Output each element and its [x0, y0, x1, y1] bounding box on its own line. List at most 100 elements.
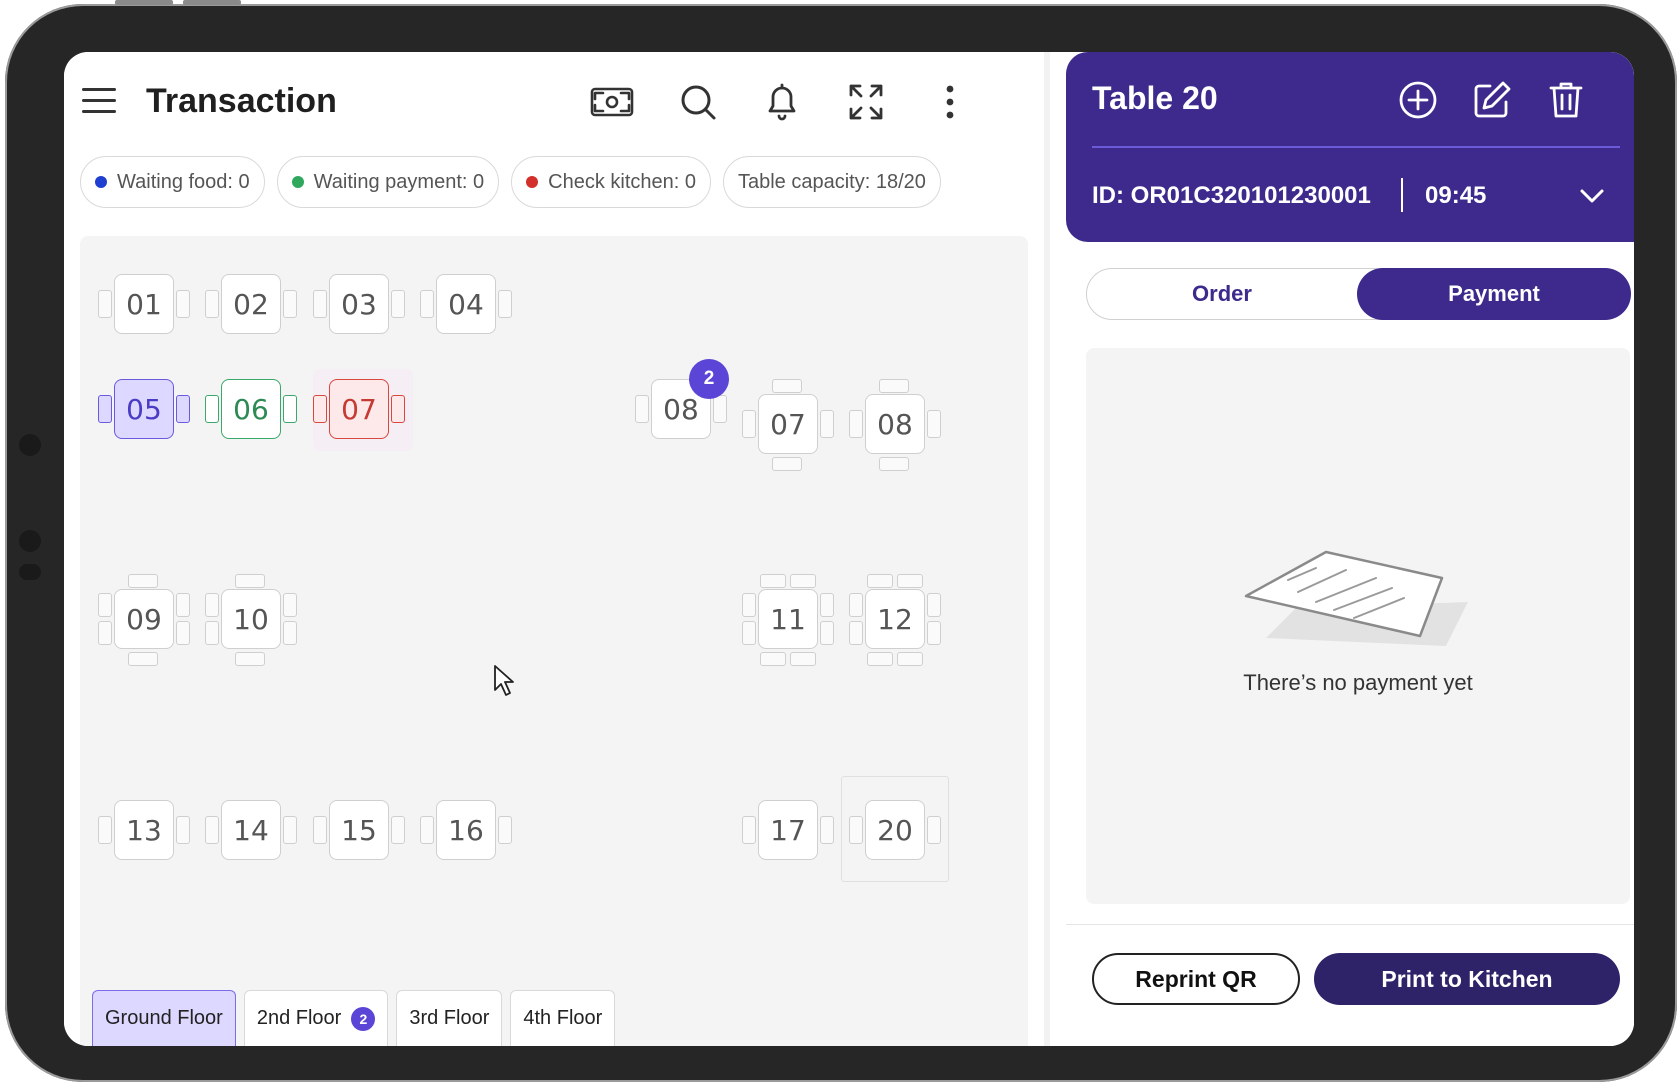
table-07[interactable]: 07 [313, 369, 413, 451]
floor-plan: 01 02 03 04 05 06 07 08 2 07 08 09 10 11 12 13 14 15 16 17 2… [80, 236, 1028, 1046]
add-circle-icon[interactable] [1396, 78, 1440, 122]
tab-payment[interactable]: Payment [1357, 268, 1631, 320]
detail-header: Table 20 ID: OR01C320101230001 09:45 [1066, 52, 1634, 242]
table-07[interactable]: 07 [742, 379, 834, 471]
header-separator [1092, 146, 1620, 148]
chair [790, 574, 816, 588]
more-vertical-icon[interactable] [926, 80, 974, 124]
header-divider [1401, 178, 1403, 212]
chevron-down-icon[interactable] [1576, 180, 1608, 212]
table-number: 01 [114, 274, 174, 334]
chair [760, 574, 786, 588]
order-payment-toggle: Order Payment [1086, 268, 1631, 320]
print-to-kitchen-button[interactable]: Print to Kitchen [1314, 953, 1620, 1005]
chair [879, 379, 909, 393]
chair [498, 290, 512, 318]
floor-tab-ground[interactable]: Ground Floor [92, 990, 236, 1046]
table-08[interactable]: 08 2 [635, 359, 729, 441]
chair [498, 816, 512, 844]
table-number: 07 [329, 379, 389, 439]
table-number: 06 [221, 379, 281, 439]
table-capacity-chip[interactable]: Table capacity: 18/20 [722, 156, 941, 208]
table-06[interactable]: 06 [205, 379, 297, 441]
floor-tab-badge: 2 [351, 1006, 376, 1031]
chair [820, 410, 834, 438]
table-number: 13 [114, 800, 174, 860]
empty-state-message: There’s no payment yet [1243, 670, 1473, 695]
floor-tab-label: 3rd Floor [409, 1007, 490, 1029]
waiting-food-chip[interactable]: Waiting food: 0 [80, 156, 265, 208]
cash-icon[interactable] [588, 80, 636, 124]
table-11[interactable]: 11 [742, 574, 834, 666]
table-16[interactable]: 16 [420, 800, 512, 862]
chair [176, 621, 190, 645]
floor-tab-4th[interactable]: 4th Floor [510, 990, 616, 1046]
table-number: 02 [221, 274, 281, 334]
check-kitchen-chip[interactable]: Check kitchen: 0 [511, 156, 711, 208]
app-screen: Transaction Waiting food: 0 Waiting paym… [64, 52, 1634, 1046]
chair [772, 457, 802, 471]
status-dot [291, 176, 304, 188]
table-number: 11 [758, 589, 818, 649]
chair [849, 621, 863, 645]
chip-label: Waiting payment: 0 [313, 170, 485, 193]
table-17[interactable]: 17 [742, 800, 834, 862]
chair [98, 290, 112, 318]
trash-icon[interactable] [1544, 78, 1588, 122]
table-20[interactable]: 20 [841, 776, 949, 882]
chair [927, 621, 941, 645]
chair [742, 621, 756, 645]
table-13[interactable]: 13 [98, 800, 190, 862]
table-number: 03 [329, 274, 389, 334]
order-id: ID: OR01C320101230001 [1092, 182, 1371, 209]
table-03[interactable]: 03 [313, 274, 405, 336]
table-04[interactable]: 04 [420, 274, 512, 336]
chair [760, 652, 786, 666]
reprint-qr-button[interactable]: Reprint QR [1092, 953, 1300, 1005]
chair [98, 593, 112, 617]
chair [176, 395, 190, 423]
chair [742, 593, 756, 617]
chair [772, 379, 802, 393]
expand-icon[interactable] [842, 80, 890, 124]
floor-tab-label: Ground Floor [105, 1007, 223, 1029]
chair [742, 816, 756, 844]
table-15[interactable]: 15 [313, 800, 405, 862]
table-number: 17 [758, 800, 818, 860]
table-01[interactable]: 01 [98, 274, 190, 336]
device-button [183, 0, 241, 5]
floor-tabs: Ground Floor 2nd Floor 2 3rd Floor 4th F… [92, 990, 616, 1046]
waiting-payment-chip[interactable]: Waiting payment: 0 [276, 156, 500, 208]
floor-tab-2nd[interactable]: 2nd Floor 2 [243, 990, 389, 1046]
menu-icon[interactable] [82, 88, 116, 114]
chair [927, 593, 941, 617]
floor-tab-3rd[interactable]: 3rd Floor [396, 990, 503, 1046]
search-icon[interactable] [674, 80, 722, 124]
chip-label: Check kitchen: 0 [548, 170, 696, 193]
bell-icon[interactable] [758, 80, 806, 124]
table-08[interactable]: 08 [849, 379, 941, 471]
tab-order[interactable]: Order [1087, 268, 1357, 320]
chair [313, 816, 327, 844]
table-14[interactable]: 14 [205, 800, 297, 862]
table-02[interactable]: 02 [205, 274, 297, 336]
chair [849, 410, 863, 438]
device-sensor [19, 564, 41, 580]
table-12[interactable]: 12 [849, 574, 941, 666]
page-title: Transaction [146, 82, 337, 120]
table-number: 09 [114, 589, 174, 649]
table-09[interactable]: 09 [98, 574, 190, 666]
floor-tab-label: 4th Floor [523, 1007, 603, 1029]
edit-icon[interactable] [1470, 78, 1514, 122]
chair [128, 652, 158, 666]
chip-label: Table capacity: 18/20 [737, 170, 926, 193]
chair [176, 290, 190, 318]
chair [98, 816, 112, 844]
chair [879, 457, 909, 471]
table-number: 07 [758, 394, 818, 454]
table-05[interactable]: 05 [98, 379, 190, 441]
table-order-badge: 2 [689, 359, 729, 399]
order-time: 09:45 [1425, 182, 1487, 209]
table-10[interactable]: 10 [205, 574, 297, 666]
chair [176, 593, 190, 617]
